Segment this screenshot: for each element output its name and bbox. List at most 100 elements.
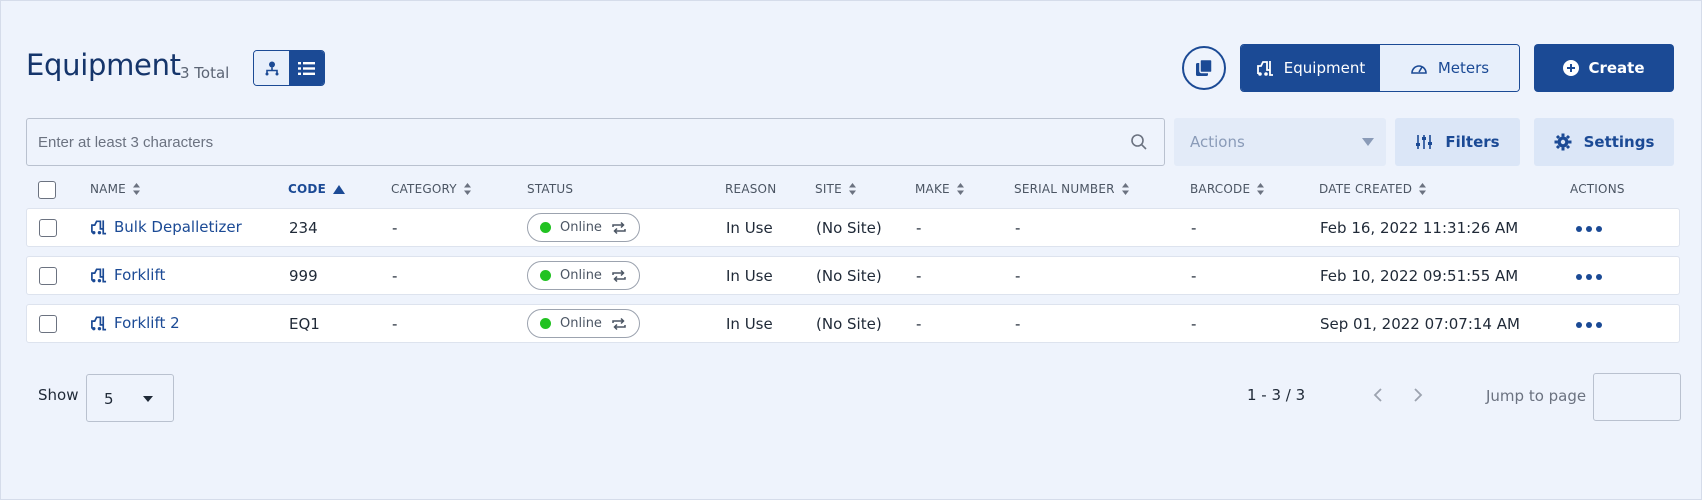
chevron-right-icon[interactable]: [1413, 387, 1423, 403]
equipment-name-link[interactable]: Forklift: [90, 266, 165, 284]
create-label: Create: [1588, 59, 1645, 77]
plus-circle-icon: [1563, 60, 1580, 76]
column-header-label: SERIAL NUMBER: [1014, 182, 1115, 196]
column-header-reason: REASON: [725, 182, 776, 196]
column-header-label: MAKE: [915, 182, 950, 196]
more-actions-icon[interactable]: [1576, 322, 1602, 328]
barcode-cell: -: [1191, 219, 1197, 237]
sort-icon: [848, 183, 856, 195]
code-cell: EQ1: [289, 315, 320, 333]
segment-equipment-label: Equipment: [1283, 59, 1366, 77]
gauge-icon: [1411, 65, 1427, 74]
module-segmented-control: Equipment Meters: [1240, 44, 1520, 92]
search-icon[interactable]: [1130, 133, 1148, 151]
status-badge[interactable]: Online: [527, 213, 640, 242]
list-view-button[interactable]: [289, 51, 324, 85]
column-header-serial-number[interactable]: SERIAL NUMBER: [1014, 182, 1129, 196]
sliders-icon: [1416, 135, 1433, 149]
view-toggle: [253, 50, 325, 86]
column-header-make[interactable]: MAKE: [915, 182, 964, 196]
status-badge[interactable]: Online: [527, 309, 640, 338]
page-size-label: Show: [38, 386, 79, 404]
online-status-dot: [540, 318, 551, 329]
row-checkbox[interactable]: [39, 315, 57, 333]
reason-cell: In Use: [726, 219, 773, 237]
caret-down-icon: [143, 396, 153, 402]
status-badge[interactable]: Online: [527, 261, 640, 290]
column-header-barcode[interactable]: BARCODE: [1190, 182, 1265, 196]
column-header-label: CATEGORY: [391, 182, 457, 196]
select-all-checkbox[interactable]: [38, 181, 56, 199]
column-header-label: DATE CREATED: [1319, 182, 1413, 196]
list-icon: [298, 61, 315, 75]
column-header-site[interactable]: SITE: [815, 182, 856, 196]
page-size-value: 5: [104, 390, 114, 408]
site-cell: (No Site): [816, 315, 882, 333]
column-header-date-created[interactable]: DATE CREATED: [1319, 182, 1427, 196]
table-row[interactable]: Forklift 2 EQ1 - Online In Use (No Site)…: [26, 304, 1680, 343]
column-header-label: SITE: [815, 182, 842, 196]
more-actions-icon[interactable]: [1576, 226, 1602, 232]
date-created-cell: Feb 16, 2022 11:31:26 AM: [1320, 219, 1519, 237]
jump-to-page-input[interactable]: [1593, 373, 1681, 421]
settings-button[interactable]: Settings: [1534, 118, 1674, 166]
column-header-label: CODE: [288, 182, 326, 196]
column-header-label: REASON: [725, 182, 777, 196]
segment-equipment[interactable]: Equipment: [1241, 45, 1380, 91]
date-created-cell: Feb 10, 2022 09:51:55 AM: [1320, 267, 1519, 285]
column-header-label: NAME: [90, 182, 126, 196]
sort-icon: [463, 183, 471, 195]
column-header-code[interactable]: CODE: [288, 182, 345, 196]
row-checkbox[interactable]: [39, 267, 57, 285]
segment-meters[interactable]: Meters: [1380, 45, 1519, 91]
search-input[interactable]: [27, 119, 1117, 165]
row-checkbox[interactable]: [39, 219, 57, 237]
copy-icon: [1196, 58, 1213, 76]
status-label: Online: [560, 268, 602, 283]
filters-button[interactable]: Filters: [1395, 118, 1520, 166]
segment-meters-label: Meters: [1437, 59, 1490, 77]
chevron-left-icon[interactable]: [1373, 387, 1383, 403]
make-cell: -: [916, 267, 922, 285]
equipment-name-link[interactable]: Forklift 2: [90, 314, 180, 332]
hierarchy-icon: [265, 61, 278, 76]
table-row[interactable]: Forklift 999 - Online In Use (No Site) -…: [26, 256, 1680, 295]
hierarchy-view-button[interactable]: [254, 51, 289, 85]
column-header-label: STATUS: [527, 182, 574, 196]
online-status-dot: [540, 222, 551, 233]
column-header-category[interactable]: CATEGORY: [391, 182, 471, 196]
settings-label: Settings: [1583, 133, 1655, 151]
code-cell: 999: [289, 267, 318, 285]
forklift-icon: [1256, 61, 1273, 76]
column-header-status: STATUS: [527, 182, 573, 196]
online-status-dot: [540, 270, 551, 281]
serial-number-cell: -: [1015, 267, 1021, 285]
total-count: 3 Total: [180, 64, 230, 82]
barcode-cell: -: [1191, 267, 1197, 285]
column-header-name[interactable]: NAME: [90, 182, 140, 196]
status-label: Online: [560, 220, 602, 235]
create-button[interactable]: Create: [1534, 44, 1674, 92]
make-cell: -: [916, 219, 922, 237]
refresh-icon: [612, 269, 626, 282]
actions-dropdown-label: Actions: [1190, 133, 1245, 151]
reason-cell: In Use: [726, 315, 773, 333]
forklift-icon: [91, 220, 107, 235]
code-cell: 234: [289, 219, 318, 237]
equipment-name-link[interactable]: Bulk Depalletizer: [90, 218, 242, 236]
category-cell: -: [392, 219, 398, 237]
equipment-name: Forklift 2: [114, 314, 180, 332]
table-row[interactable]: Bulk Depalletizer 234 - Online In Use (N…: [26, 208, 1680, 247]
caret-down-icon: [1362, 138, 1374, 146]
sort-icon: [1419, 183, 1427, 195]
reason-cell: In Use: [726, 267, 773, 285]
column-header-label: BARCODE: [1190, 182, 1251, 196]
date-created-cell: Sep 01, 2022 07:07:14 AM: [1320, 315, 1520, 333]
site-cell: (No Site): [816, 267, 882, 285]
sort-icon: [1257, 183, 1265, 195]
actions-dropdown[interactable]: Actions: [1174, 118, 1386, 166]
copy-button[interactable]: [1182, 46, 1226, 90]
more-actions-icon[interactable]: [1576, 274, 1602, 280]
page-size-select[interactable]: 5: [86, 374, 174, 422]
pagination-range: 1 - 3 / 3: [1247, 386, 1306, 404]
